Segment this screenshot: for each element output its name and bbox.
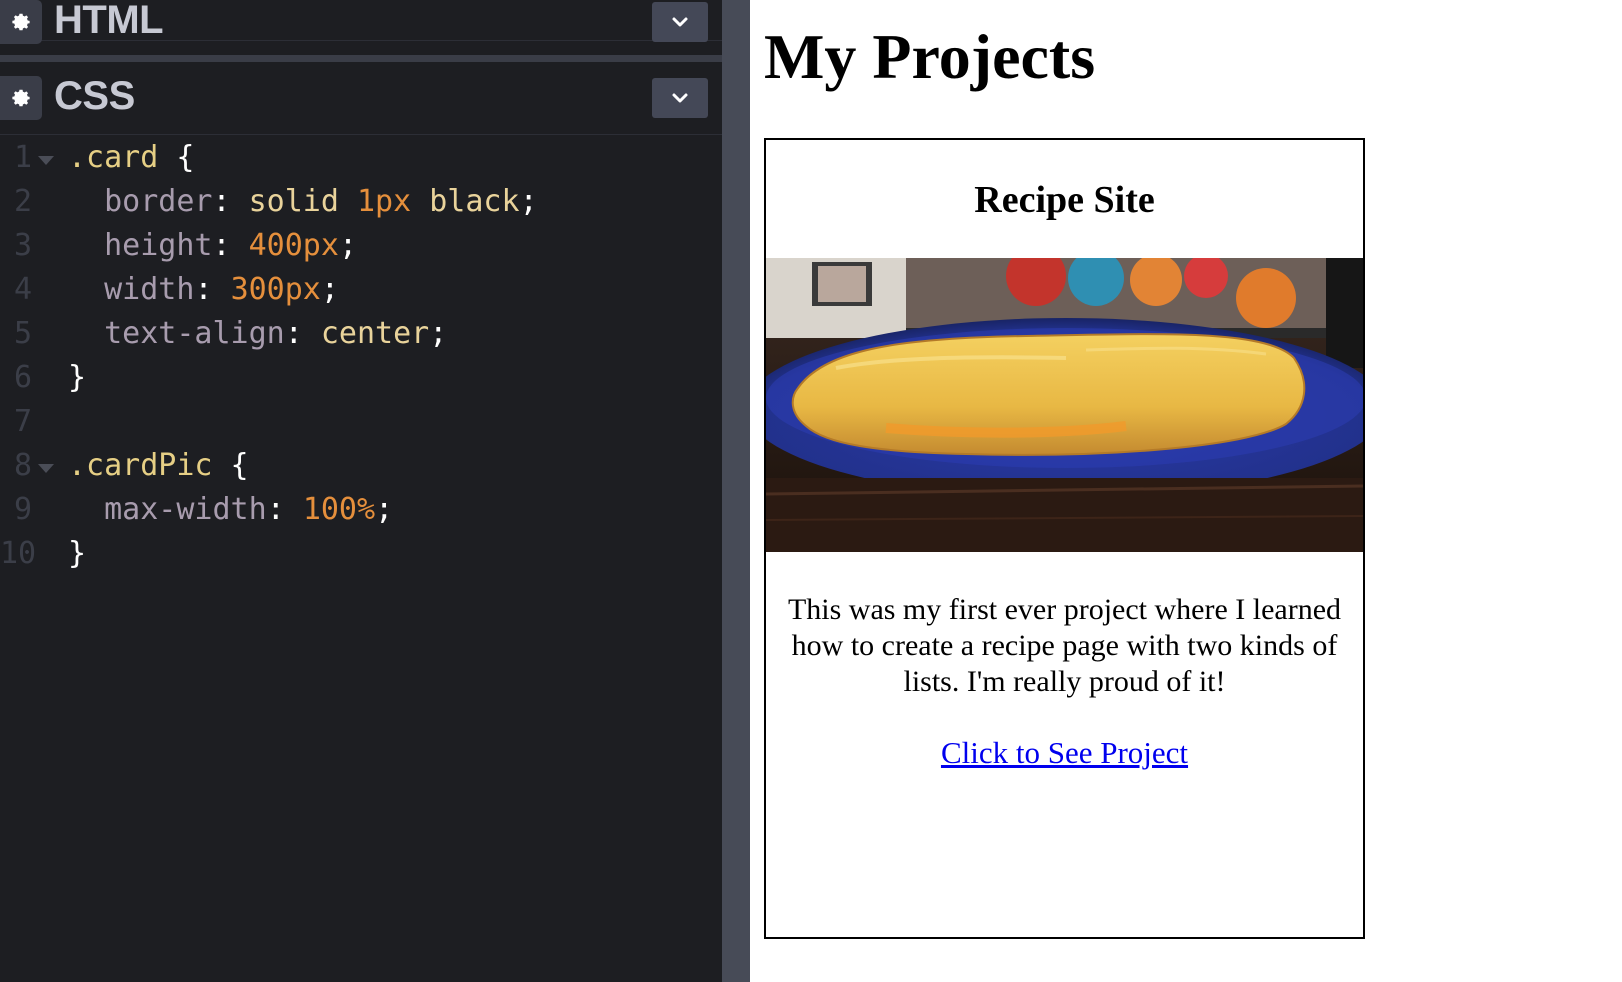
css-code-area[interactable]: 1 .card {2 border: solid 1px black; 3 heig… — [0, 140, 722, 982]
project-card: Recipe Site This was my first ever proje… — [764, 138, 1365, 939]
code-text: } — [68, 536, 87, 571]
code-text: text-align: center; — [68, 316, 448, 351]
css-panel-title: CSS — [54, 74, 135, 118]
code-line[interactable]: 6} — [0, 360, 722, 404]
line-number: 1 — [13, 140, 32, 175]
line-number: 2 — [13, 184, 32, 219]
code-line[interactable]: 3 height: 400px; — [0, 228, 722, 272]
css-panel-toggle-button[interactable] — [652, 78, 708, 118]
page-title: My Projects — [764, 21, 1096, 92]
code-line[interactable]: 9 max-width: 100%; — [0, 492, 722, 536]
html-panel-header: HTML — [0, 0, 722, 44]
card-title: Recipe Site — [974, 179, 1155, 221]
line-number: 5 — [13, 316, 32, 351]
gear-icon[interactable] — [0, 0, 42, 44]
gear-icon[interactable] — [0, 76, 42, 120]
line-number: 9 — [13, 492, 32, 527]
code-text: width: 300px; — [68, 272, 339, 307]
code-text: } — [68, 360, 87, 395]
line-number: 8 — [13, 448, 32, 483]
fold-arrow-icon[interactable] — [38, 156, 54, 165]
card-pic-omelette — [766, 258, 1363, 552]
line-number: 3 — [13, 228, 32, 263]
line-number: 7 — [13, 404, 32, 439]
html-panel-title: HTML — [54, 0, 164, 42]
code-text: height: 400px; — [68, 228, 357, 263]
card-description: This was my first ever project where I l… — [787, 593, 1342, 698]
code-line[interactable]: 4 width: 300px; — [0, 272, 722, 316]
html-panel-toggle-button[interactable] — [652, 2, 708, 42]
css-panel-header: CSS — [0, 62, 722, 135]
line-number: 6 — [13, 360, 32, 395]
line-number: 4 — [13, 272, 32, 307]
panel-divider[interactable] — [0, 55, 722, 62]
chevron-down-icon — [672, 93, 688, 103]
fold-arrow-icon[interactable] — [38, 464, 54, 473]
code-line[interactable]: 10} — [0, 536, 722, 580]
code-line[interactable]: 8 .cardPic { — [0, 448, 722, 492]
resize-handle[interactable] — [722, 0, 750, 982]
code-editor: HTML CSS 1 .card { 2 border: solid 1px bla… — [0, 0, 722, 982]
code-line[interactable]: 1 .card { — [0, 140, 722, 184]
code-text: max-width: 100%; — [68, 492, 394, 527]
code-text: .cardPic { — [68, 448, 249, 483]
code-line[interactable]: 7 — [0, 404, 722, 448]
line-number: 10 — [0, 536, 37, 571]
code-text: border: solid 1px black; — [68, 184, 538, 219]
code-line[interactable]: 5 text-align: center; — [0, 316, 722, 360]
see-project-link[interactable]: Click to See Project — [766, 735, 1363, 771]
preview-pane: My Projects Recipe Site This was my firs… — [750, 0, 1622, 982]
code-text: .card { — [68, 140, 195, 175]
chevron-down-icon — [672, 17, 688, 27]
code-line[interactable]: 2 border: solid 1px black; — [0, 184, 722, 228]
